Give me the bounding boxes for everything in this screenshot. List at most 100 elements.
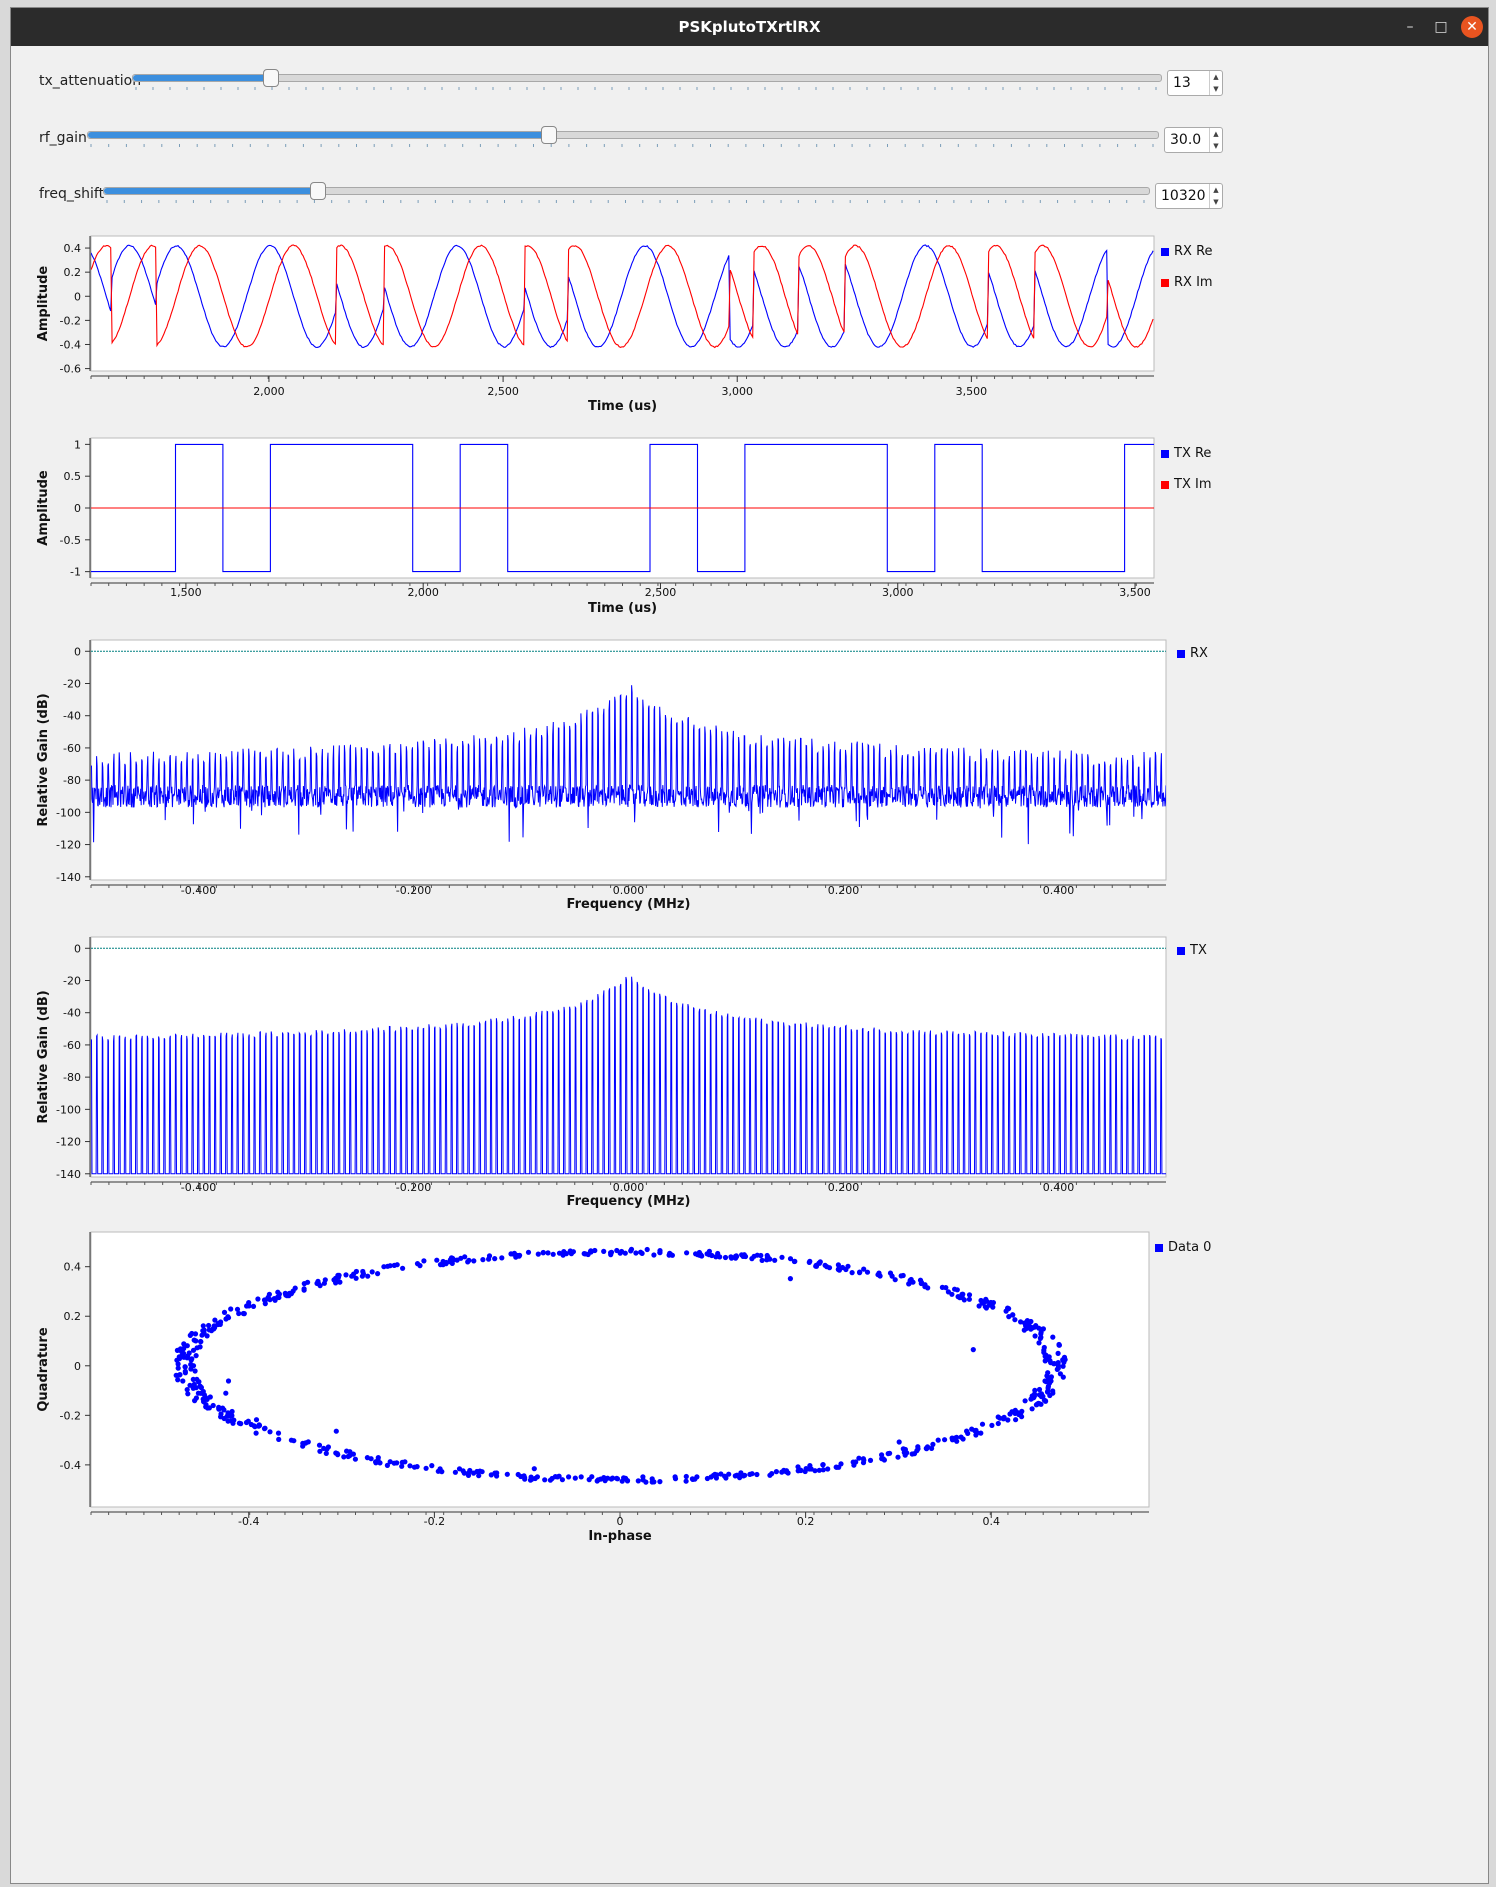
y-axis-label: Quadrature — [36, 1327, 51, 1411]
y-tick-label: -0.6 — [60, 363, 81, 376]
window-title: PSKplutoTXrtlRX — [678, 18, 821, 36]
tx-spectrum-plot[interactable]: 0 -20 -40 -60 -80 -100 -120 -140 -0.400 -0.200 0.0… — [11, 923, 1488, 1213]
data-point — [267, 1429, 273, 1435]
legend-item[interactable]: TX Re — [1161, 446, 1211, 477]
data-point — [345, 1453, 351, 1460]
rf-gain-slider[interactable] — [87, 126, 1159, 144]
slider-handle[interactable] — [310, 182, 327, 200]
spinbox-value[interactable]: 13 — [1173, 71, 1191, 95]
freq-shift-slider[interactable] — [103, 182, 1150, 200]
data-point — [276, 1436, 282, 1442]
tx-spectrum-chart[interactable]: 0-20-40-60-80-100-120-140-0.400 -0.200 0.0… — [11, 923, 1488, 1213]
data-point — [305, 1279, 311, 1285]
data-point — [1057, 1371, 1063, 1377]
y-tick-label: -0.2 — [60, 314, 81, 327]
data-point — [764, 1255, 770, 1261]
data-point — [492, 1256, 498, 1262]
data-point — [559, 1477, 566, 1483]
constellation-plot[interactable]: 0.4 0.2 0 -0.2 -0.4 -0.4 -0.2 0 0.2 0.4 In-phase Qu… — [11, 1220, 1488, 1552]
slider-ticks — [90, 144, 1154, 147]
data-point — [191, 1337, 197, 1343]
data-point — [494, 1470, 500, 1476]
data-point — [610, 1475, 616, 1481]
title-bar[interactable]: PSKplutoTXrtlRX – □ ✕ — [11, 8, 1488, 46]
data-point — [820, 1462, 826, 1468]
data-point — [1003, 1308, 1009, 1314]
data-point — [602, 1478, 608, 1484]
data-point — [649, 1479, 655, 1485]
data-point — [737, 1473, 743, 1479]
tx-time-chart[interactable]: 1 0.5 0 -0.5 -1 1,500 2,000 2,500 3,000 3,500 Time… — [11, 426, 1488, 622]
slider-fill — [133, 75, 270, 81]
slider-handle[interactable] — [541, 126, 558, 144]
data-point — [759, 1257, 765, 1263]
close-icon[interactable]: ✕ — [1461, 16, 1483, 38]
data-point — [749, 1471, 755, 1477]
legend-item[interactable]: RX — [1177, 646, 1208, 677]
spinbox-value[interactable]: 30.0 — [1170, 128, 1201, 152]
rx-time-plot[interactable]: 0.4 0.2 0 -0.2 -0.4 -0.6 2,000 2,500 3,000 3,500 T… — [11, 224, 1488, 420]
y-tick-label: -80 — [63, 774, 81, 787]
data-point — [1044, 1355, 1050, 1361]
data-point — [210, 1402, 216, 1409]
y-tick-label: -120 — [56, 839, 81, 852]
data-point — [901, 1446, 907, 1452]
legend-label: Data 0 — [1168, 1240, 1212, 1255]
data-point — [1041, 1347, 1047, 1353]
data-point — [889, 1273, 895, 1279]
data-point — [387, 1263, 393, 1269]
data-point — [476, 1473, 482, 1479]
spinbox-arrows[interactable]: ▲ ▼ — [1209, 184, 1222, 208]
rx-time-chart[interactable]: 0.4 0.2 0 -0.2 -0.4 -0.6 2,000 2,500 3,000 3,500 T… — [11, 224, 1488, 420]
spinbox-arrows[interactable]: ▲ ▼ — [1209, 71, 1222, 95]
y-axis-label: Relative Gain (dB) — [36, 693, 51, 826]
constellation-chart[interactable]: 0.4 0.2 0 -0.2 -0.4 -0.4 -0.2 0 0.2 0.4 In-phase Qu… — [11, 1220, 1488, 1552]
data-point — [275, 1430, 282, 1436]
data-point — [1001, 1414, 1007, 1420]
rx-spectrum-chart[interactable]: 0-20-40-60-80-100-120-140-0.400 -0.200 0.0… — [11, 626, 1488, 916]
data-point — [176, 1356, 183, 1362]
data-point — [429, 1463, 435, 1469]
maximize-icon[interactable]: □ — [1430, 16, 1452, 38]
data-point — [1055, 1365, 1061, 1371]
data-point — [255, 1296, 261, 1302]
data-point — [288, 1291, 294, 1297]
minimize-icon[interactable]: – — [1399, 16, 1421, 38]
y-tick-label: 0 — [74, 942, 81, 955]
legend-item[interactable]: RX Im — [1161, 275, 1213, 306]
data-point — [206, 1322, 212, 1329]
x-tick-label: 2,500 — [645, 586, 677, 599]
data-point — [633, 1250, 639, 1256]
data-point — [1019, 1414, 1025, 1420]
data-point — [556, 1250, 563, 1256]
data-point — [211, 1326, 217, 1332]
data-point — [522, 1475, 528, 1481]
legend-swatch — [1155, 1243, 1163, 1252]
rf-gain-spinbox[interactable]: 30.0 ▲ ▼ — [1164, 127, 1223, 153]
legend-item[interactable]: RX Re — [1161, 244, 1213, 275]
tx-attenuation-slider[interactable] — [132, 69, 1162, 87]
legend-item[interactable]: Data 0 — [1155, 1240, 1211, 1271]
spinbox-value[interactable]: 10320 — [1161, 184, 1206, 208]
legend-item[interactable]: TX Im — [1161, 477, 1211, 508]
tx-attenuation-spinbox[interactable]: 13 ▲ ▼ — [1167, 70, 1223, 96]
freq-shift-spinbox[interactable]: 10320 ▲ ▼ — [1155, 183, 1223, 209]
legend-item[interactable]: TX — [1177, 943, 1207, 974]
data-point — [990, 1304, 996, 1310]
data-point — [341, 1454, 347, 1460]
slider-handle[interactable] — [262, 69, 279, 87]
y-tick-label: -1 — [70, 566, 81, 579]
tx-time-plot[interactable]: 1 0.5 0 -0.5 -1 1,500 2,000 2,500 3,000 3,500 Time… — [11, 426, 1488, 622]
data-point — [1028, 1396, 1034, 1402]
data-point — [895, 1454, 901, 1460]
x-tick-label: 3,500 — [1119, 586, 1151, 599]
data-point — [601, 1248, 607, 1254]
data-point — [417, 1263, 423, 1269]
y-tick-label: -60 — [63, 742, 81, 755]
data-point — [1045, 1376, 1051, 1382]
rx-spectrum-plot[interactable]: 0 -20 -40 -60 -80 -100 -120 -140 -0.400 -0.200 0.0… — [11, 626, 1488, 916]
data-point — [970, 1347, 976, 1353]
spinbox-arrows[interactable]: ▲ ▼ — [1209, 128, 1222, 152]
data-point — [322, 1277, 328, 1283]
legend-label: TX Im — [1174, 477, 1212, 492]
